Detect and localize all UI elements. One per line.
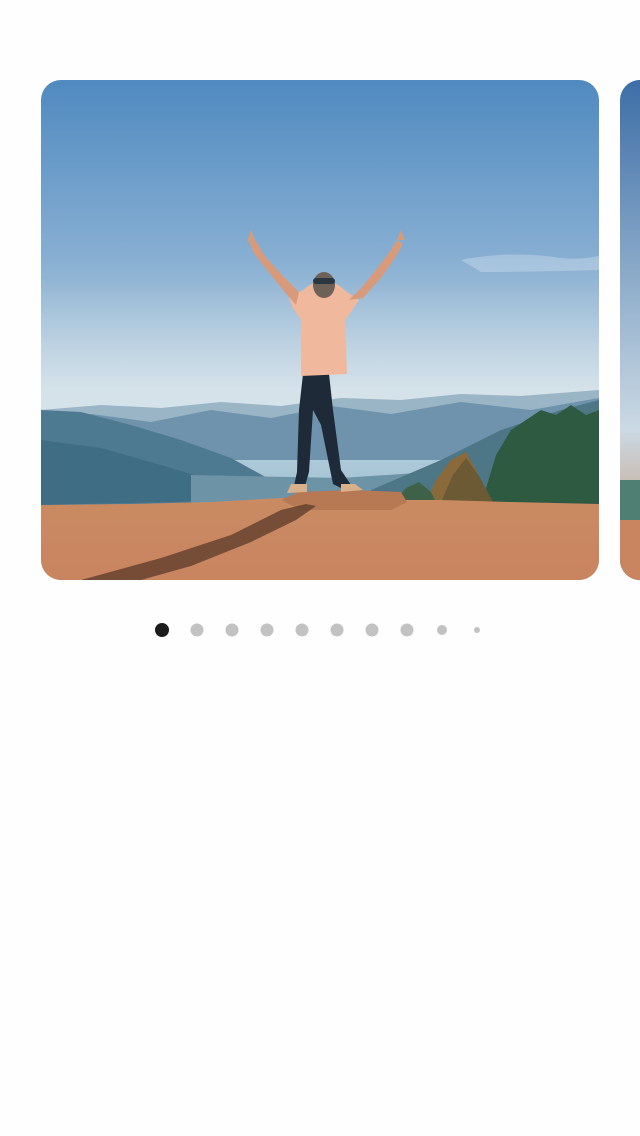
hiker-on-mountain-photo (41, 80, 599, 580)
pagination-dot[interactable] (155, 623, 169, 637)
pagination-dot[interactable] (260, 623, 274, 637)
pagination-dot[interactable] (400, 623, 414, 637)
pagination-dot[interactable] (365, 623, 379, 637)
pagination-dot[interactable] (330, 623, 344, 637)
pagination-dot[interactable] (437, 625, 447, 635)
carousel-card-next[interactable] (620, 80, 640, 580)
next-photo (620, 80, 640, 580)
carousel-pagination-dots (0, 620, 640, 640)
pagination-dot[interactable] (190, 623, 204, 637)
pagination-dot[interactable] (225, 623, 239, 637)
pagination-dot[interactable] (474, 627, 480, 633)
carousel-card-current[interactable] (41, 80, 599, 580)
screen (0, 0, 640, 1136)
pagination-dot[interactable] (295, 623, 309, 637)
photo-carousel[interactable] (0, 80, 640, 580)
